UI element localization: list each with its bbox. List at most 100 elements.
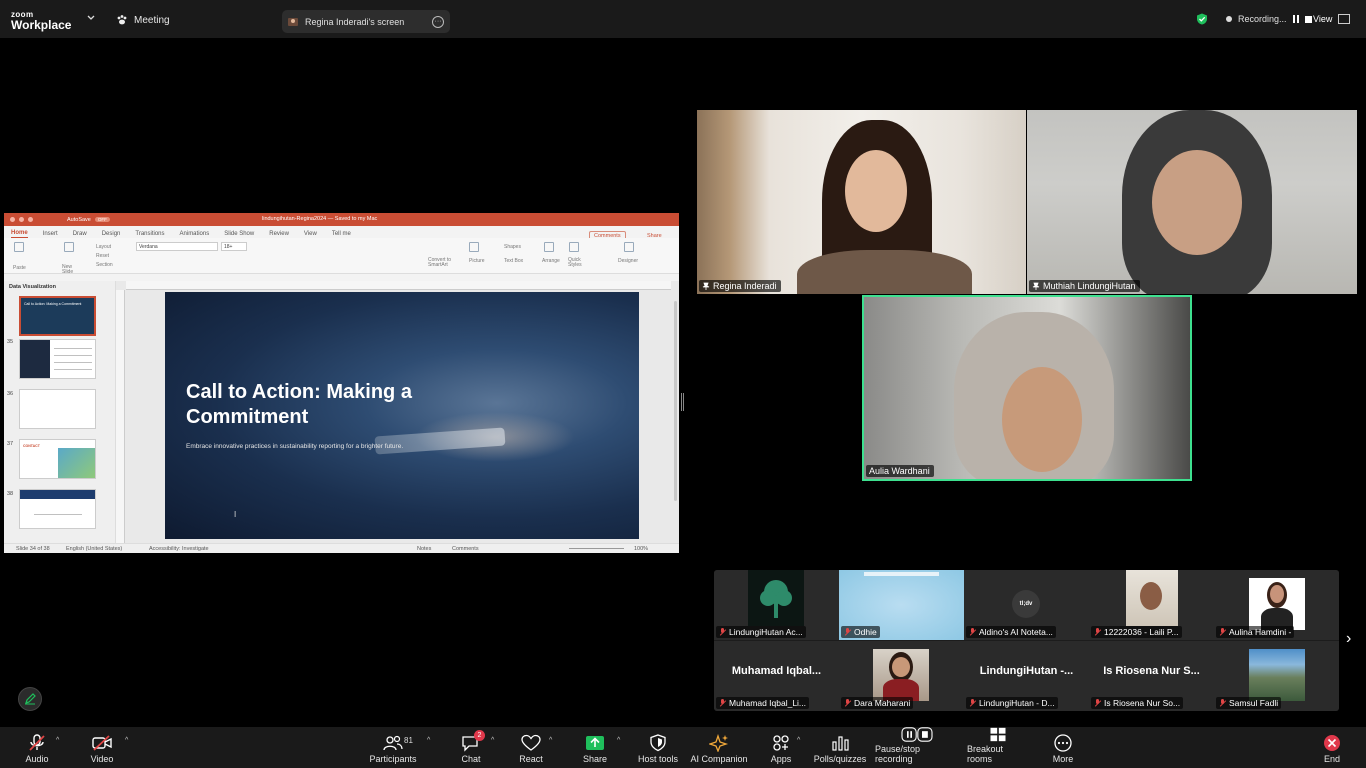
mic-muted-icon [1219,699,1226,707]
audio-options-icon[interactable]: ^ [56,737,59,744]
gallery-tile[interactable]: 12222036 - Laili P... [1089,570,1214,640]
ai-companion-button[interactable]: AI Companion [690,727,748,768]
split-resize-handle[interactable] [681,393,684,411]
tab-review[interactable]: Review [269,231,289,238]
participants-options-icon[interactable]: ^ [427,737,430,744]
gallery-tile[interactable]: Muhamad Iqbal... Muhamad Iqbal_Li... [714,641,839,711]
breakout-rooms-button[interactable]: Breakout rooms [967,727,1029,768]
gallery-name-label: Dara Maharani [854,698,911,708]
designer-label: Designer [618,258,639,264]
audio-button[interactable]: Audio [24,727,50,768]
share-button[interactable]: Share [583,727,607,768]
gallery-tile[interactable]: LindungiHutan Ac... [714,570,839,640]
view-label: View [1313,14,1333,24]
paste-icon[interactable] [14,242,24,252]
tab-animations[interactable]: Animations [180,231,210,238]
mic-muted-icon [969,699,976,707]
layout-label[interactable]: Layout [96,244,111,250]
notes-button[interactable]: Notes [417,546,431,552]
picture-icon[interactable] [469,242,479,252]
tab-draw[interactable]: Draw [73,231,87,238]
slide-thumbnail-36[interactable] [19,389,96,429]
video-button[interactable]: Video [89,727,115,768]
gallery-name: Samsul Fadli [1216,697,1282,709]
tab-slide-show[interactable]: Slide Show [224,231,254,238]
reset-label[interactable]: Reset [96,253,109,259]
chat-options-icon[interactable]: ^ [491,737,494,744]
language[interactable]: English (United States) [66,546,122,552]
section-label[interactable]: Section [96,262,113,268]
stop-icon[interactable] [1304,15,1312,23]
tab-home[interactable]: Home [11,230,28,238]
gallery-tile[interactable]: tl;dv Aldino's AI Noteta... [964,570,1089,640]
zoom-level[interactable]: 100% [634,546,648,552]
video-tile-aulia-active-speaker[interactable]: Aulia Wardhani [862,295,1192,481]
pause-icon[interactable] [1292,15,1299,23]
gallery-tile[interactable]: LindungiHutan -... LindungiHutan - D... [964,641,1089,711]
gallery-tile[interactable]: Is Riosena Nur S... Is Riosena Nur So... [1089,641,1214,711]
participants-icon [383,735,403,751]
current-slide[interactable]: Call to Action: Making a Commitment Embr… [165,292,639,539]
video-tile-muthiah[interactable]: Muthiah LindungiHutan [1027,110,1357,294]
shield-check-icon [1197,13,1207,25]
tab-tell-me[interactable]: Tell me [332,231,351,238]
text-box-label[interactable]: Text Box [504,258,523,264]
slide-canvas: Call to Action: Making a Commitment Embr… [116,281,679,543]
react-options-icon[interactable]: ^ [549,737,552,744]
gallery-tile[interactable]: Samsul Fadli [1214,641,1339,711]
more-options-icon[interactable]: ··· [432,15,444,28]
meeting-info-button[interactable]: Meeting [116,14,170,26]
chevron-down-icon[interactable] [86,13,96,23]
react-label: React [519,754,543,764]
video-label: Video [90,754,114,764]
smartart-label[interactable]: Convert to SmartArt [428,258,460,268]
thumb-title: Call to Action: Making a Commitment [24,302,82,306]
end-button[interactable]: End [1320,727,1344,768]
react-button[interactable]: React [519,727,543,768]
slide-thumbnail-37[interactable]: CONTACT [19,439,96,479]
slide-thumbnail-38[interactable] [19,489,96,529]
tab-transitions[interactable]: Transitions [135,231,164,238]
slide-title[interactable]: Call to Action: Making a Commitment [186,380,506,430]
status-comments-button[interactable]: Comments [452,546,479,552]
video-options-icon[interactable]: ^ [125,737,128,744]
pause-stop-icon [901,727,933,742]
polls-button[interactable]: Polls/quizzes [814,727,866,768]
slide-subtitle[interactable]: Embrace innovative practices in sustaina… [186,443,403,450]
gallery-tile[interactable]: Aulina Hamdini - [1214,570,1339,640]
share-options-icon[interactable]: ^ [617,737,620,744]
apps-button[interactable]: Apps [769,727,793,768]
arrange-icon[interactable] [544,242,554,252]
recording-indicator[interactable]: Recording... [1196,13,1312,25]
accessibility[interactable]: Accessibility: Investigate [149,546,209,552]
view-button[interactable]: View [1313,14,1351,24]
designer-icon[interactable] [624,242,634,252]
gallery-next-icon[interactable]: › [1346,630,1351,648]
shapes-label[interactable]: Shapes [504,244,521,250]
new-slide-icon[interactable] [64,242,74,252]
annotate-button[interactable] [18,687,42,711]
participants-button[interactable]: Participants [369,727,417,768]
tab-insert[interactable]: Insert [43,231,58,238]
screen-share-indicator[interactable]: Regina Inderadi's screen ··· [282,10,450,33]
participants-label: Participants [369,754,417,764]
recording-label: Recording... [1238,14,1287,24]
gallery-tile[interactable]: Odhie [839,570,964,640]
tab-design[interactable]: Design [102,231,121,238]
section-header[interactable]: Data Visualization [9,284,56,290]
gallery-tile[interactable]: Dara Maharani [839,641,964,711]
slide-number: 38 [7,491,14,497]
quick-styles-icon[interactable] [569,242,579,252]
video-tile-regina[interactable]: Regina Inderadi [697,110,1026,294]
gallery-name: Muhamad Iqbal_Li... [716,697,810,709]
host-tools-button[interactable]: Host tools [637,727,679,768]
vertical-scrollbar[interactable] [674,301,677,501]
more-button[interactable]: More [1050,727,1076,768]
apps-options-icon[interactable]: ^ [797,737,800,744]
gallery-name: Is Riosena Nur So... [1091,697,1184,709]
tab-view[interactable]: View [304,231,317,238]
shared-screen[interactable]: AutoSave OFF lindungihutan-Regina2024 — … [4,213,679,553]
slide-thumbnail-35[interactable] [19,339,96,379]
slide-thumbnail-34[interactable]: Call to Action: Making a Commitment [19,296,96,336]
pause-stop-recording-button[interactable]: Pause/stop recording [875,727,959,768]
